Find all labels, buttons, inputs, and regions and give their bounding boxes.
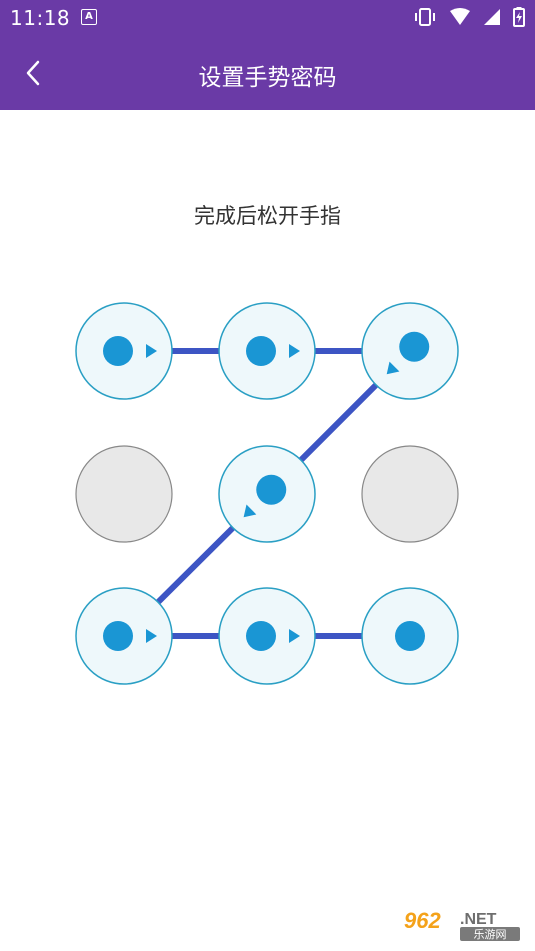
pattern-dot [256,474,287,505]
pattern-dot [246,621,276,651]
pattern-node [361,445,459,543]
pattern-node [75,445,173,543]
pattern-dot [246,336,276,366]
gesture-pattern[interactable] [0,0,535,951]
svg-text:962: 962 [404,908,441,933]
svg-text:.NET: .NET [460,911,497,928]
watermark-logo: 962 .NET 乐游网 [396,904,528,944]
svg-text:乐游网: 乐游网 [474,928,507,941]
pattern-dot [103,621,133,651]
pattern-dot [395,621,425,651]
pattern-dot [103,336,133,366]
pattern-dot [399,331,430,362]
